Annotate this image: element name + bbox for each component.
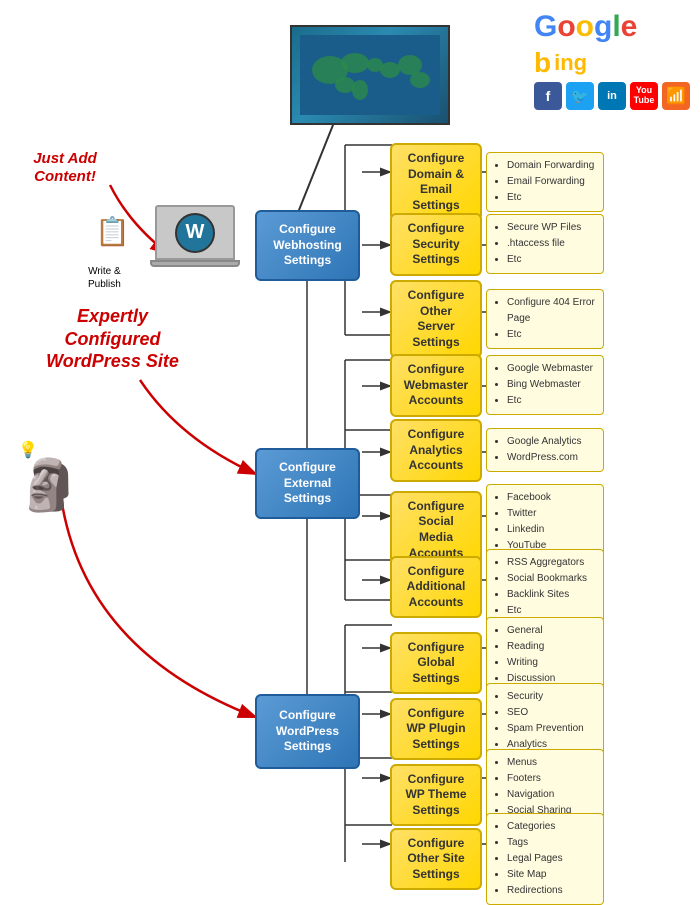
row-server: ConfigureOther ServerSettings Configure … xyxy=(390,280,604,358)
webmaster-bullets: Google WebmasterBing WebmasterEtc xyxy=(486,355,604,415)
rss-icon: 📶 xyxy=(662,82,690,110)
laptop-base xyxy=(150,260,240,267)
webhosting-label: ConfigureWebhostingSettings xyxy=(255,210,360,281)
wordpress-label: ConfigureWordPressSettings xyxy=(255,694,360,769)
domain-bullets: Domain ForwardingEmail ForwardingEtc xyxy=(486,152,604,212)
analytics-bullets: Google AnalyticsWordPress.com xyxy=(486,428,604,472)
row-analytics: ConfigureAnalyticsAccounts Google Analyt… xyxy=(390,419,604,482)
wp-logo: W xyxy=(175,213,215,253)
twitter-icon: 🐦 xyxy=(566,82,594,110)
world-map-area xyxy=(170,15,450,125)
row-domain: ConfigureDomain &Email Settings Domain F… xyxy=(390,143,604,221)
security-bullets: Secure WP Files.htaccess fileEtc xyxy=(486,214,604,274)
laptop-area: 📋 W xyxy=(150,205,240,267)
social-icons-row: f 🐦 in YouTube 📶 xyxy=(534,82,690,110)
bing-logo: bing xyxy=(534,47,690,79)
wordpress-box: ConfigureWordPressSettings xyxy=(255,694,360,769)
facebook-icon: f xyxy=(534,82,562,110)
additional-bullets: RSS AggregatorsSocial BookmarksBacklink … xyxy=(486,549,604,625)
server-bullets: Configure 404 Error PageEtc xyxy=(486,289,604,349)
additional-box: ConfigureAdditionalAccounts xyxy=(390,556,482,619)
world-map-svg xyxy=(300,35,440,115)
youtube-icon: YouTube xyxy=(630,82,658,110)
linkedin-icon: in xyxy=(598,82,626,110)
row-security: ConfigureSecuritySettings Secure WP File… xyxy=(390,213,604,276)
other-site-box: ConfigureOther SiteSettings xyxy=(390,828,482,891)
thinker-area: 💡 🗿 xyxy=(18,440,80,510)
notepad-icon: 📋 xyxy=(95,215,130,248)
other-site-bullets: CategoriesTagsLegal PagesSite MapRedirec… xyxy=(486,813,604,905)
security-box: ConfigureSecuritySettings xyxy=(390,213,482,276)
external-box: ConfigureExternalSettings xyxy=(255,448,360,519)
write-publish-label: Write &Publish xyxy=(88,265,121,291)
laptop-screen: W xyxy=(155,205,235,260)
server-box: ConfigureOther ServerSettings xyxy=(390,280,482,358)
world-map xyxy=(290,25,450,125)
thinker-statue: 🗿 xyxy=(18,460,80,510)
expertly-configured-label: ExpertlyConfiguredWordPress Site xyxy=(5,305,220,373)
analytics-box: ConfigureAnalyticsAccounts xyxy=(390,419,482,482)
row-other-site: ConfigureOther SiteSettings CategoriesTa… xyxy=(390,813,604,905)
brands-section: Google bing f 🐦 in YouTube 📶 xyxy=(534,10,690,110)
domain-box: ConfigureDomain &Email Settings xyxy=(390,143,482,221)
main-container: Google bing f 🐦 in YouTube 📶 xyxy=(0,0,700,873)
webmaster-box: ConfigureWebmasterAccounts xyxy=(390,354,482,417)
row-additional: ConfigureAdditionalAccounts RSS Aggregat… xyxy=(390,549,604,625)
external-label: ConfigureExternalSettings xyxy=(255,448,360,519)
row-webmaster: ConfigureWebmasterAccounts Google Webmas… xyxy=(390,354,604,417)
google-logo: Google xyxy=(534,10,690,44)
just-add-content-label: Just Add Content! xyxy=(15,150,115,186)
webhosting-box: ConfigureWebhostingSettings xyxy=(255,210,360,281)
